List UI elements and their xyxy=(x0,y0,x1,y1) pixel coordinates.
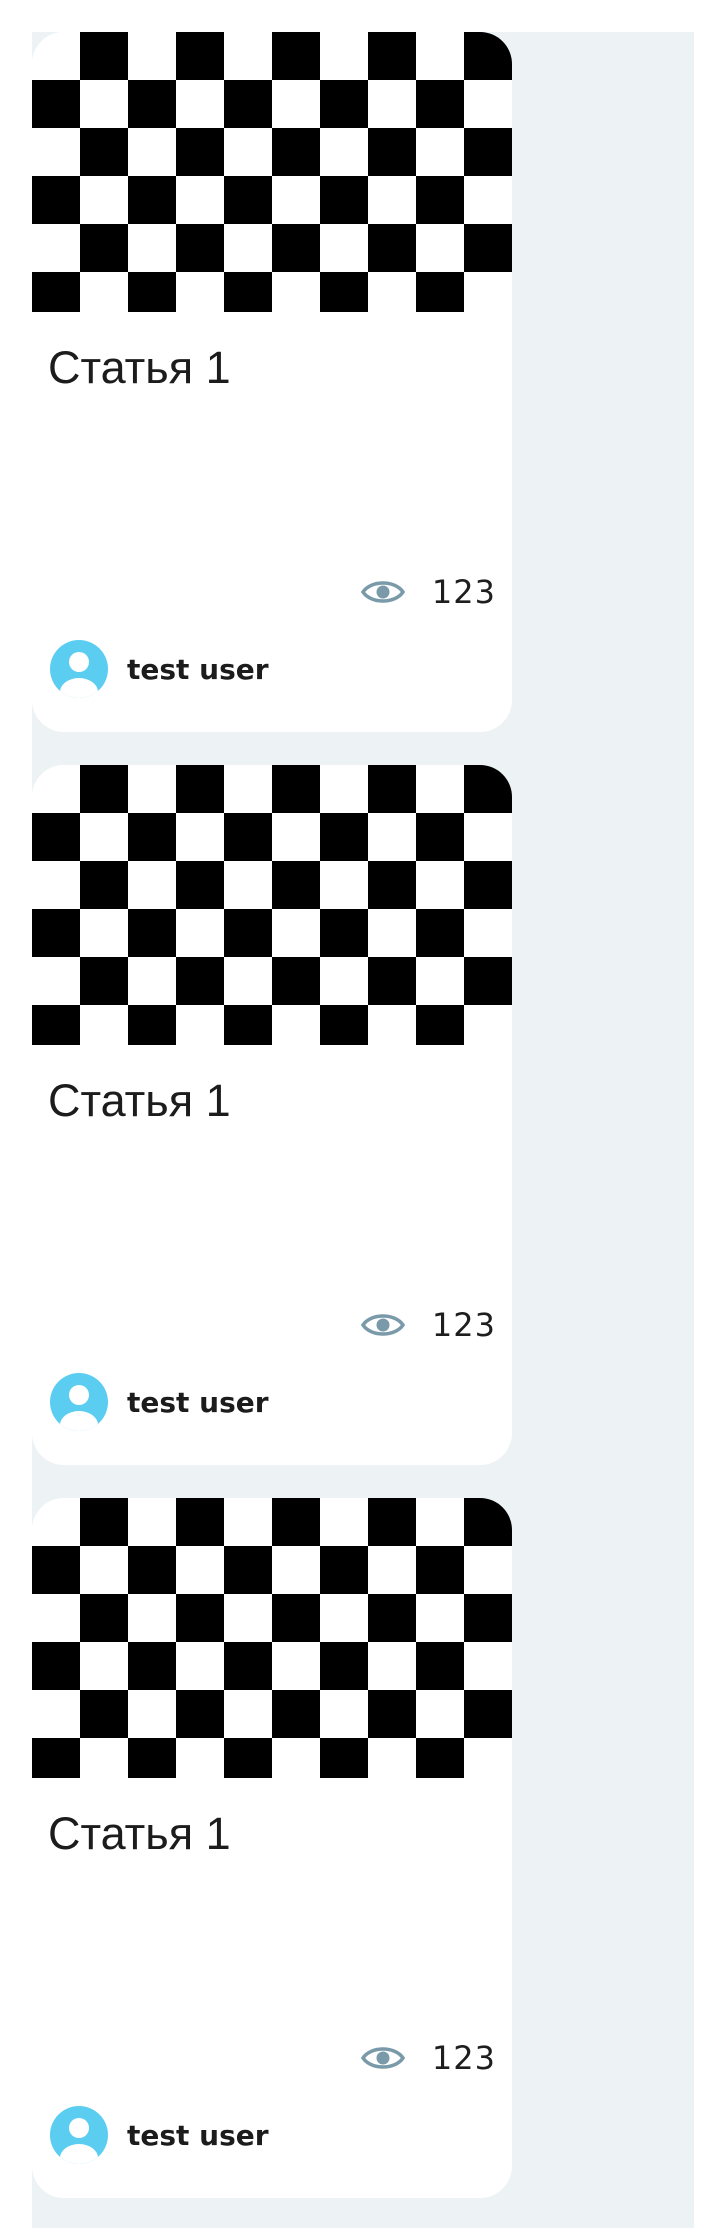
article-image xyxy=(32,765,512,1045)
views-count: 123 xyxy=(431,2039,496,2077)
author-name: test user xyxy=(127,652,269,686)
user-avatar-icon xyxy=(50,2106,108,2164)
article-card[interactable]: Статья 1 123 test user xyxy=(32,32,512,732)
eye-icon xyxy=(360,581,406,603)
article-list: Статья 1 123 test user Статья 1 123 test… xyxy=(32,32,694,2228)
views-counter: 123 xyxy=(360,573,496,611)
article-title: Статья 1 xyxy=(48,1075,231,1126)
article-card[interactable]: Статья 1 123 test user xyxy=(32,1498,512,2198)
eye-icon xyxy=(360,1314,406,1336)
article-image xyxy=(32,32,512,312)
user-avatar-icon xyxy=(50,640,108,698)
article-author[interactable]: test user xyxy=(50,2106,269,2164)
article-author[interactable]: test user xyxy=(50,640,269,698)
article-title: Статья 1 xyxy=(48,1808,231,1859)
article-image xyxy=(32,1498,512,1778)
views-counter: 123 xyxy=(360,1306,496,1344)
views-count: 123 xyxy=(431,1306,496,1344)
eye-icon xyxy=(360,2047,406,2069)
user-avatar-icon xyxy=(50,1373,108,1431)
author-name: test user xyxy=(127,2118,269,2152)
article-card[interactable]: Статья 1 123 test user xyxy=(32,765,512,1465)
views-count: 123 xyxy=(431,573,496,611)
article-title: Статья 1 xyxy=(48,342,231,393)
article-author[interactable]: test user xyxy=(50,1373,269,1431)
author-name: test user xyxy=(127,1385,269,1419)
views-counter: 123 xyxy=(360,2039,496,2077)
